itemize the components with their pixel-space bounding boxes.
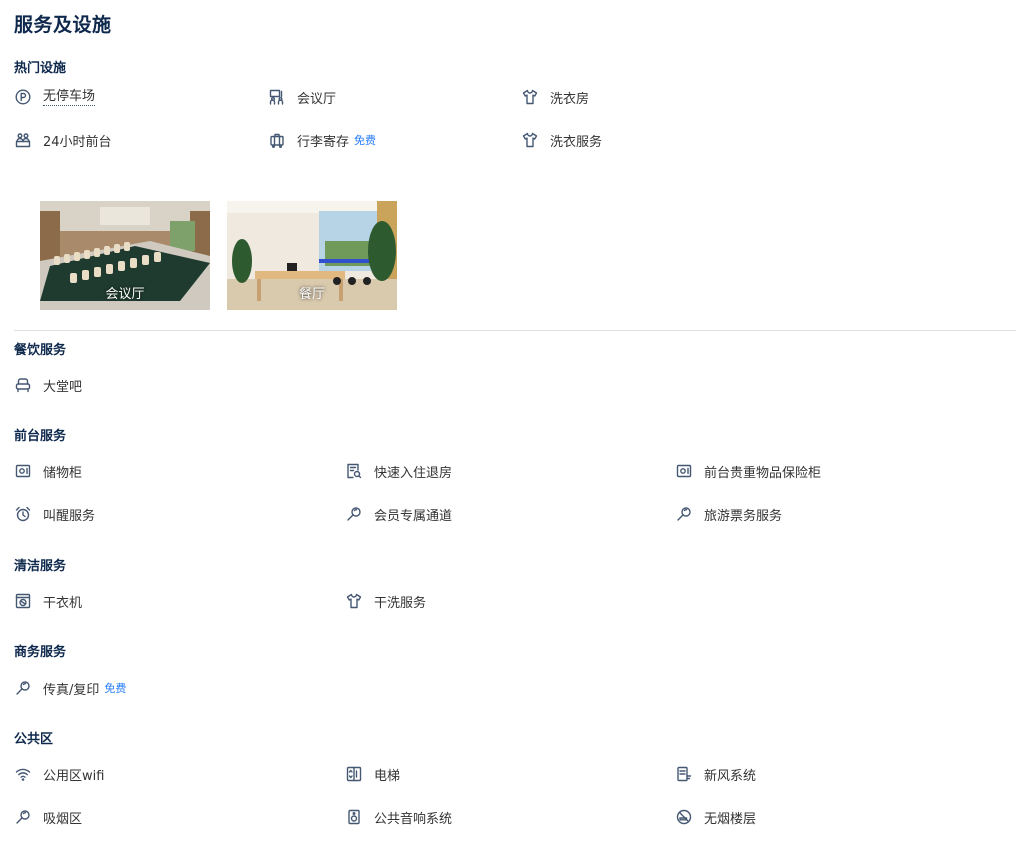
photo-caption: 会议厅 bbox=[105, 287, 145, 302]
facility-label: 大堂吧 bbox=[43, 379, 83, 395]
facility-item: 会议厅 bbox=[268, 87, 336, 107]
facility-item: 行李寄存 免费 bbox=[268, 130, 376, 150]
facility-item: 公用区wifi bbox=[14, 764, 104, 784]
photo-caption: 餐厅 bbox=[298, 287, 325, 302]
alarm-icon bbox=[14, 505, 32, 523]
section-title-business: 商务服务 bbox=[14, 645, 67, 660]
facility-item: 储物柜 bbox=[14, 461, 82, 481]
facility-item: 无停车场 bbox=[14, 87, 96, 107]
facility-label: 会议厅 bbox=[297, 91, 337, 107]
elevator-icon bbox=[345, 765, 363, 783]
facility-item: 干衣机 bbox=[14, 591, 82, 611]
facility-item: 快速入住退房 bbox=[345, 461, 452, 481]
facility-label: 干洗服务 bbox=[374, 595, 427, 611]
safe-icon bbox=[675, 462, 693, 480]
free-badge: 免费 bbox=[354, 134, 377, 147]
luggage-icon bbox=[268, 131, 286, 149]
facility-item: 吸烟区 bbox=[14, 807, 82, 827]
section-divider bbox=[14, 330, 1016, 331]
section-title-hot: 热门设施 bbox=[14, 61, 67, 76]
parking-icon bbox=[14, 88, 32, 106]
facility-label: 洗衣服务 bbox=[550, 134, 603, 150]
section-title-front: 前台服务 bbox=[14, 429, 67, 444]
dryer-icon bbox=[14, 592, 32, 610]
service-icon bbox=[675, 505, 693, 523]
section-title-dining: 餐饮服务 bbox=[14, 343, 67, 358]
facility-label[interactable]: 无停车场 bbox=[43, 89, 96, 106]
facility-label: 快速入住退房 bbox=[374, 465, 453, 481]
facility-label: 公用区wifi bbox=[43, 768, 105, 784]
facility-item: 公共音响系统 bbox=[345, 807, 452, 827]
facility-item: 无烟楼层 bbox=[675, 807, 756, 827]
facility-label: 电梯 bbox=[374, 768, 401, 784]
facility-label: 前台贵重物品保险柜 bbox=[704, 465, 822, 481]
facility-item: 洗衣服务 bbox=[521, 130, 602, 150]
shirt-icon bbox=[521, 131, 539, 149]
facility-label: 24小时前台 bbox=[43, 134, 112, 150]
ventilation-icon bbox=[675, 765, 693, 783]
safe-icon bbox=[14, 462, 32, 480]
speaker-icon bbox=[345, 808, 363, 826]
free-badge: 免费 bbox=[104, 682, 127, 695]
facility-label: 无烟楼层 bbox=[704, 811, 757, 827]
photo-restaurant[interactable]: 餐厅 bbox=[227, 201, 397, 310]
service-icon bbox=[14, 808, 32, 826]
section-title-cleaning: 清洁服务 bbox=[14, 559, 67, 574]
no-smoking-icon bbox=[675, 808, 693, 826]
facility-label: 旅游票务服务 bbox=[704, 508, 783, 524]
checkin-icon bbox=[345, 462, 363, 480]
facility-label: 公共音响系统 bbox=[374, 811, 453, 827]
photo-meeting-hall[interactable]: 会议厅 bbox=[40, 201, 210, 310]
meeting-icon bbox=[268, 88, 286, 106]
facility-label: 吸烟区 bbox=[43, 811, 83, 827]
facility-item: 洗衣房 bbox=[521, 87, 589, 107]
facility-item: 前台贵重物品保险柜 bbox=[675, 461, 821, 481]
service-icon bbox=[14, 679, 32, 697]
facility-item: 新风系统 bbox=[675, 764, 756, 784]
facility-item: 干洗服务 bbox=[345, 591, 426, 611]
facility-label: 叫醒服务 bbox=[43, 508, 96, 524]
shirt-icon bbox=[521, 88, 539, 106]
facility-label: 洗衣房 bbox=[550, 91, 590, 107]
facility-item: 叫醒服务 bbox=[14, 504, 95, 524]
service-icon bbox=[345, 505, 363, 523]
armchair-icon bbox=[14, 376, 32, 394]
facility-item: 大堂吧 bbox=[14, 375, 82, 395]
facility-label: 干衣机 bbox=[43, 595, 83, 611]
facility-item: 旅游票务服务 bbox=[675, 504, 782, 524]
facility-label: 储物柜 bbox=[43, 465, 83, 481]
facility-label: 会员专属通道 bbox=[374, 508, 453, 524]
reception-icon bbox=[14, 131, 32, 149]
facility-label: 传真/复印 bbox=[43, 682, 100, 698]
facility-item: 24小时前台 bbox=[14, 130, 112, 150]
facility-item: 会员专属通道 bbox=[345, 504, 452, 524]
page-title: 服务及设施 bbox=[14, 14, 112, 36]
facility-label: 新风系统 bbox=[704, 768, 757, 784]
section-title-public: 公共区 bbox=[14, 732, 54, 747]
shirt-icon bbox=[345, 592, 363, 610]
wifi-icon bbox=[14, 765, 32, 783]
facility-label: 行李寄存 bbox=[297, 134, 350, 150]
facility-item: 电梯 bbox=[345, 764, 400, 784]
facility-item: 传真/复印 免费 bbox=[14, 678, 126, 698]
